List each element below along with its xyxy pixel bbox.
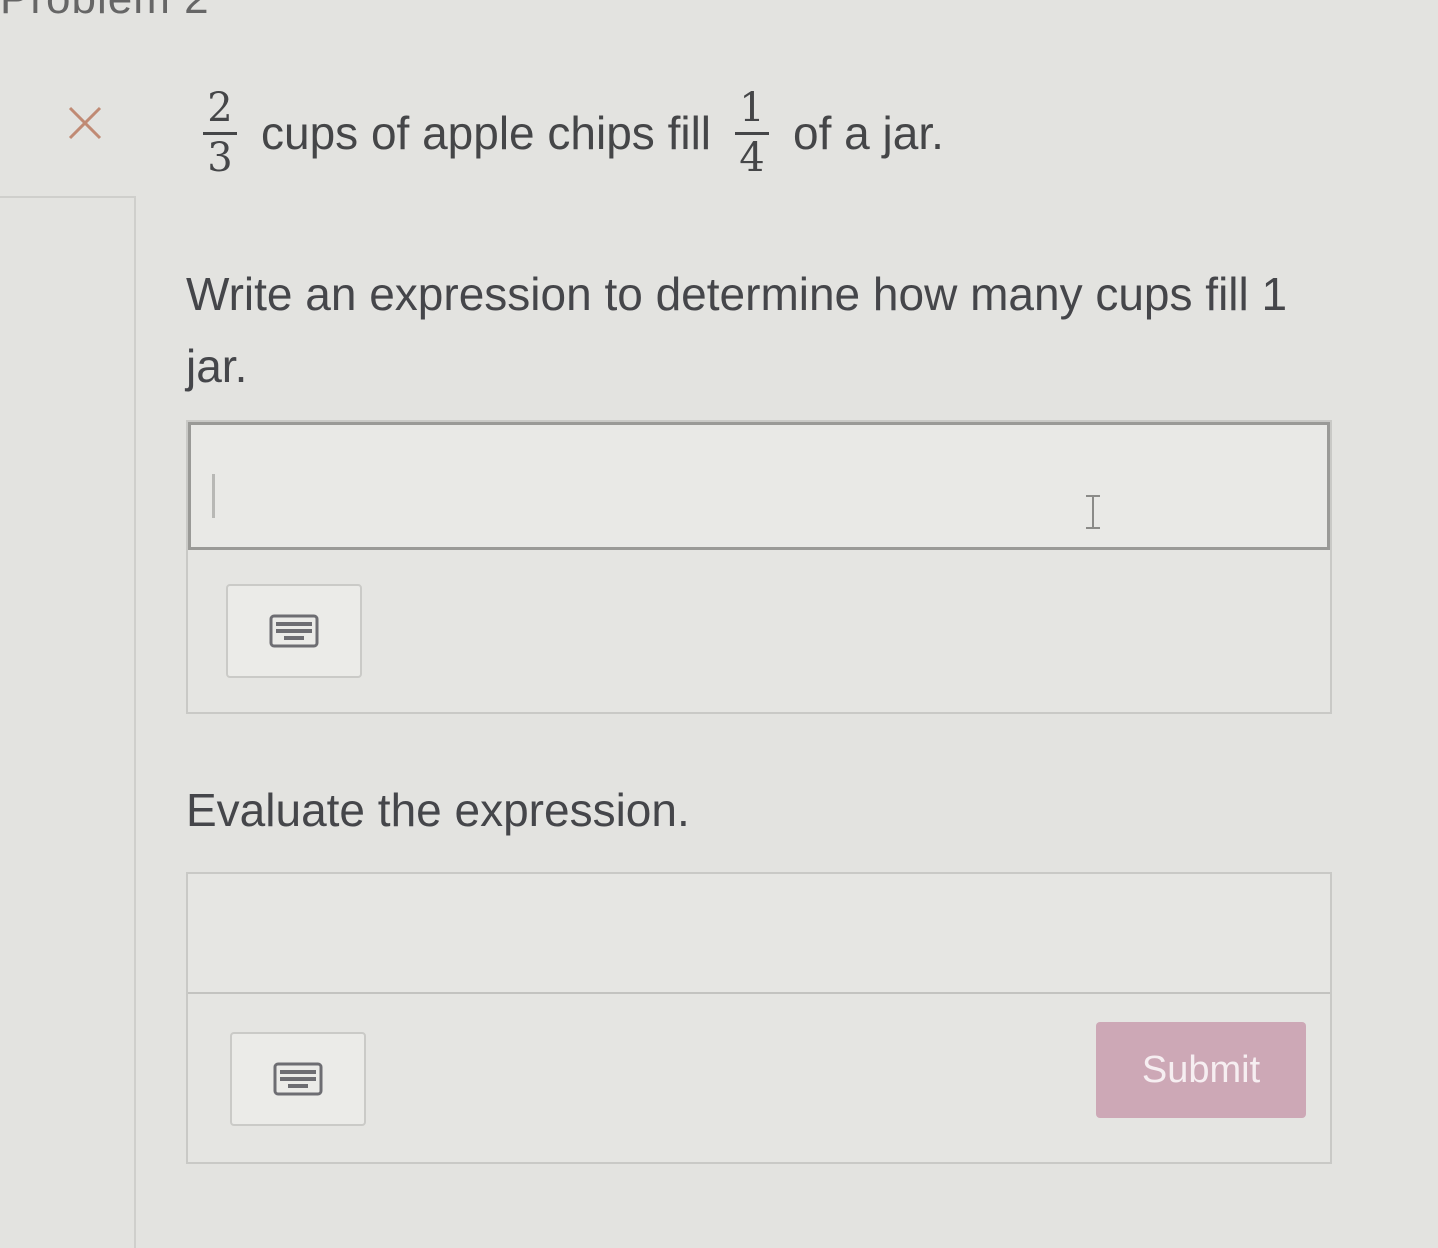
jar-fraction: 1 4 xyxy=(735,85,770,181)
math-keyboard-button[interactable] xyxy=(226,584,362,678)
jar-denominator: 4 xyxy=(739,135,765,181)
part1-prompt: Write an expression to determine how man… xyxy=(186,268,1288,392)
amount-fraction: 2 3 xyxy=(203,88,237,178)
jar-numerator: 1 xyxy=(739,85,765,131)
text-cursor-icon xyxy=(1084,494,1102,530)
close-icon[interactable] xyxy=(66,104,104,142)
panel-divider xyxy=(134,196,136,1248)
evaluation-input[interactable] xyxy=(188,874,1330,994)
part2-prompt: Evaluate the expression. xyxy=(186,784,690,836)
problem-text-end: of a jar. xyxy=(793,107,944,159)
math-keyboard-button[interactable] xyxy=(230,1032,366,1126)
keyboard-icon xyxy=(273,1062,323,1096)
expression-input[interactable] xyxy=(188,422,1330,550)
problem-statement: 2 3 cups of apple chips fill 1 4 of a ja… xyxy=(195,78,960,188)
submit-button[interactable]: Submit xyxy=(1096,1022,1306,1118)
part1-answer-box xyxy=(186,420,1332,714)
amount-denominator: 3 xyxy=(207,135,233,181)
page-header-fragment: Problem 2 xyxy=(0,0,210,24)
amount-numerator: 2 xyxy=(207,85,233,131)
part2-answer-box: Submit xyxy=(186,872,1332,1164)
problem-text-middle: cups of apple chips fill xyxy=(261,107,712,159)
text-caret xyxy=(212,474,215,518)
panel-divider xyxy=(0,196,136,198)
keyboard-icon xyxy=(269,614,319,648)
